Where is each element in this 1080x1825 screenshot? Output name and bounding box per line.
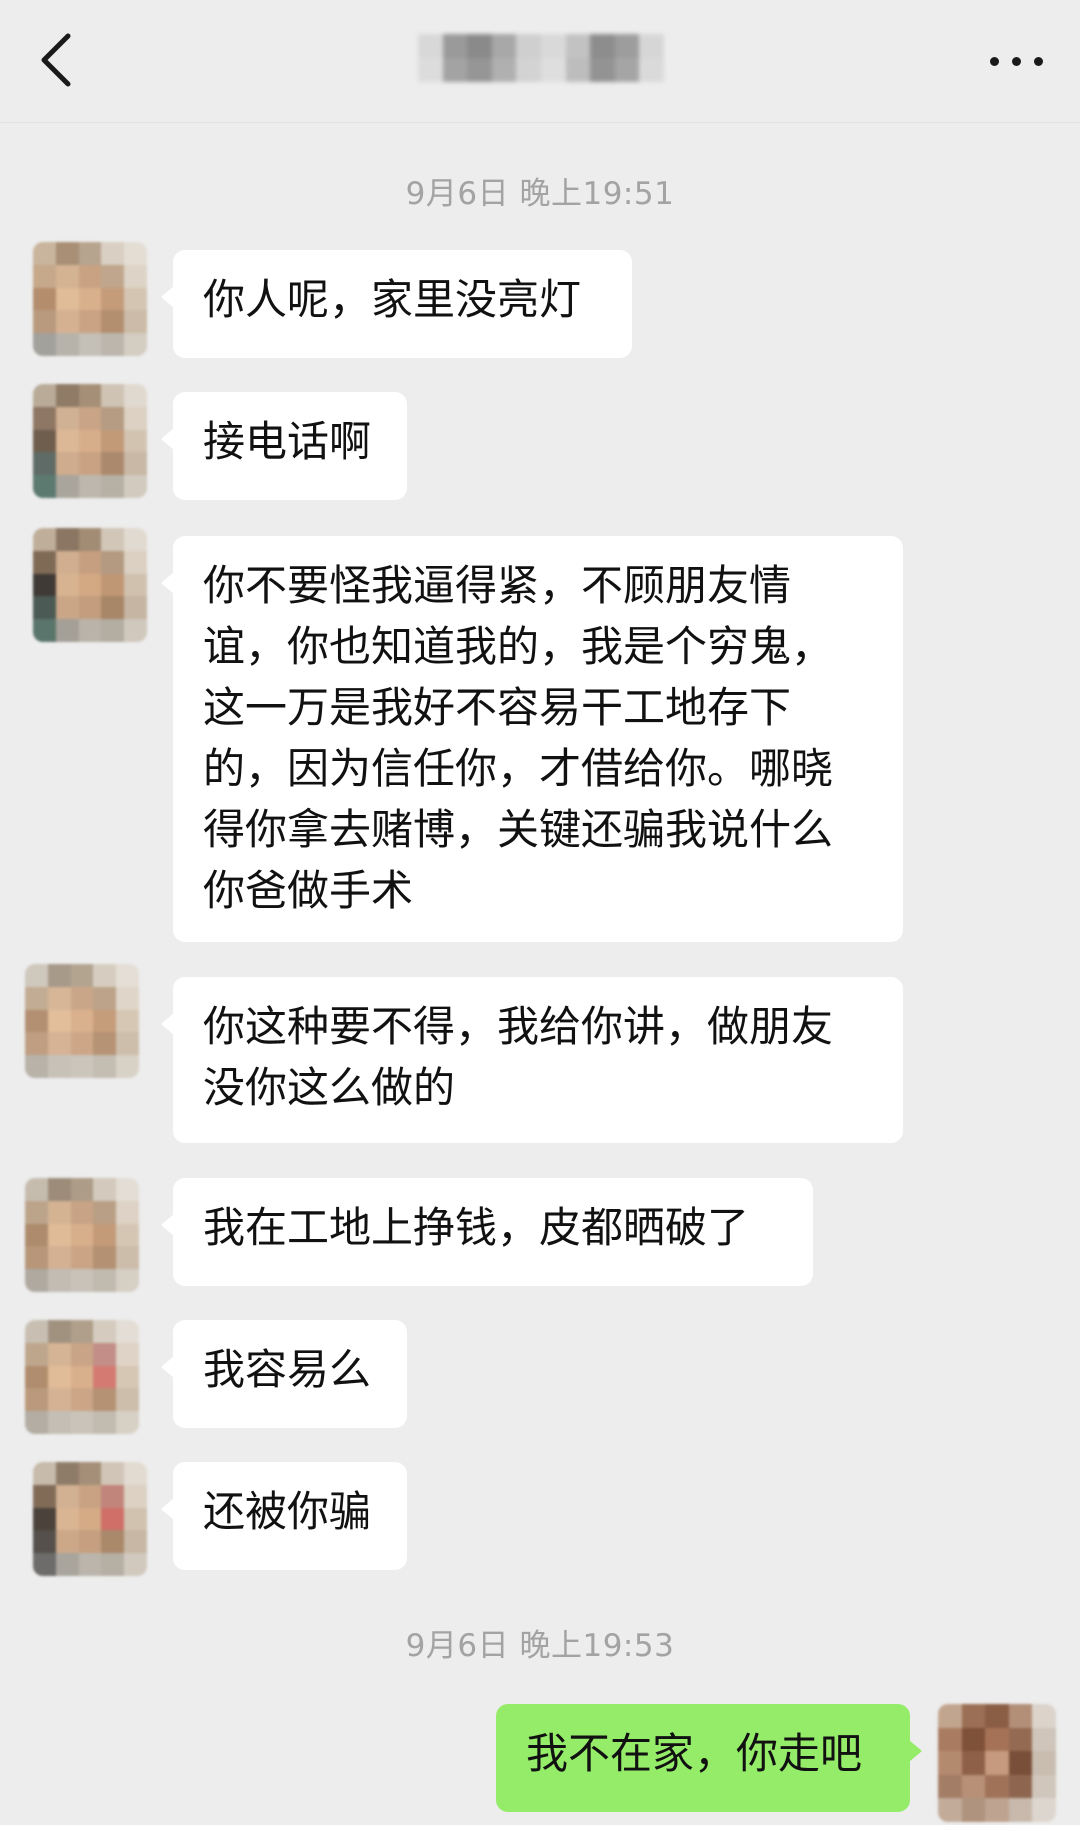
message-timestamp: 9月6日 晚上19:53 <box>405 1628 675 1664</box>
more-dot-icon <box>1034 57 1043 66</box>
message-bubble-incoming[interactable]: 你人呢，家里没亮灯 <box>161 250 632 358</box>
contact-avatar[interactable] <box>33 242 147 356</box>
my-avatar[interactable] <box>938 1704 1056 1822</box>
chat-header <box>0 0 1080 123</box>
contact-avatar[interactable] <box>33 528 147 642</box>
chevron-left-icon <box>41 33 71 87</box>
message-bubble-outgoing[interactable]: 我不在家，你走吧 <box>496 1704 922 1812</box>
message-bubble-incoming[interactable]: 你不要怪我逼得紧，不顾朋友情谊，你也知道我的，我是个穷鬼，这一万是我好不容易干工… <box>161 536 903 942</box>
contact-avatar[interactable] <box>25 1178 139 1292</box>
contact-avatar[interactable] <box>25 964 139 1078</box>
message-bubble-incoming[interactable]: 接电话啊 <box>161 392 407 500</box>
message-timestamp: 9月6日 晚上19:51 <box>405 176 675 212</box>
chat-title-blurred <box>418 34 664 82</box>
message-bubble-incoming[interactable]: 还被你骗 <box>161 1462 407 1570</box>
message-bubble-incoming[interactable]: 我容易么 <box>161 1320 407 1428</box>
message-bubble-incoming[interactable]: 你这种要不得，我给你讲，做朋友没你这么做的 <box>161 977 903 1143</box>
contact-avatar[interactable] <box>33 384 147 498</box>
back-button[interactable] <box>30 28 90 92</box>
contact-avatar[interactable] <box>25 1320 139 1434</box>
message-bubble-incoming[interactable]: 我在工地上挣钱，皮都晒破了 <box>161 1178 813 1286</box>
contact-avatar[interactable] <box>33 1462 147 1576</box>
more-dot-icon <box>1012 57 1021 66</box>
more-button[interactable] <box>982 40 1052 80</box>
more-dot-icon <box>990 57 999 66</box>
